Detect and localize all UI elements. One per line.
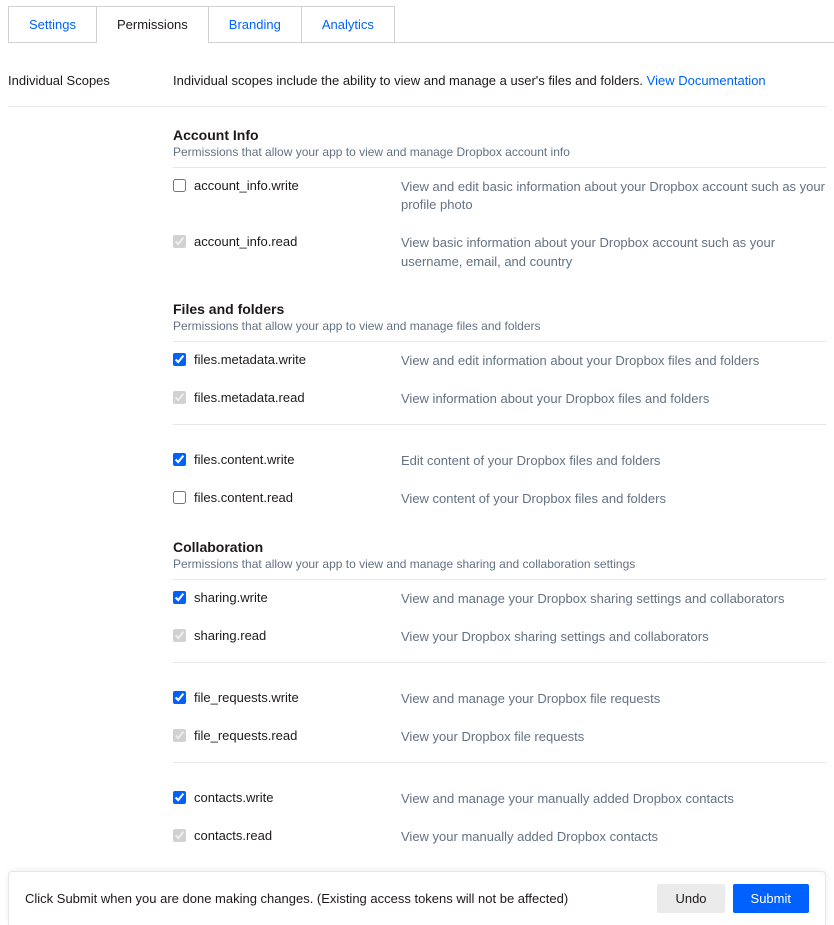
tabs: Settings Permissions Branding Analytics <box>8 6 834 43</box>
perm-name: files.metadata.read <box>194 390 305 405</box>
checkbox-file-requests-write[interactable] <box>173 691 186 704</box>
checkbox-files-metadata-read <box>173 391 186 404</box>
perm-row: files.content.read View content of your … <box>173 480 826 518</box>
perm-name: file_requests.write <box>194 690 299 705</box>
perm-desc: Edit content of your Dropbox files and f… <box>401 452 826 470</box>
perm-row: contacts.write View and manage your manu… <box>173 780 826 818</box>
group-collaboration: Collaboration Permissions that allow you… <box>173 519 826 857</box>
checkbox-file-requests-read <box>173 729 186 742</box>
checkbox-sharing-write[interactable] <box>173 591 186 604</box>
checkbox-account-info-read <box>173 235 186 248</box>
perm-row: file_requests.write View and manage your… <box>173 680 826 718</box>
perm-row: account_info.read View basic information… <box>173 224 826 280</box>
tab-permissions[interactable]: Permissions <box>96 6 209 42</box>
undo-button[interactable]: Undo <box>657 884 724 913</box>
perm-name: contacts.write <box>194 790 273 805</box>
scopes-header: Individual Scopes Individual scopes incl… <box>8 51 826 107</box>
perm-desc: View information about your Dropbox file… <box>401 390 826 408</box>
group-title: Files and folders <box>173 301 826 317</box>
perm-row: contacts.read View your manually added D… <box>173 818 826 856</box>
group-title: Collaboration <box>173 539 826 555</box>
group-account-info: Account Info Permissions that allow your… <box>173 107 826 281</box>
group-title: Account Info <box>173 127 826 143</box>
perm-row: files.content.write Edit content of your… <box>173 442 826 480</box>
perm-row: file_requests.read View your Dropbox fil… <box>173 718 826 756</box>
perm-desc: View and manage your Dropbox file reques… <box>401 690 826 708</box>
perm-name: account_info.write <box>194 178 299 193</box>
checkbox-contacts-write[interactable] <box>173 791 186 804</box>
perm-row: files.metadata.write View and edit infor… <box>173 342 826 380</box>
scopes-desc-text: Individual scopes include the ability to… <box>173 73 647 88</box>
perm-name: files.metadata.write <box>194 352 306 367</box>
checkbox-sharing-read <box>173 629 186 642</box>
footer-bar: Click Submit when you are done making ch… <box>8 871 826 925</box>
checkbox-account-info-write[interactable] <box>173 179 186 192</box>
footer-text: Click Submit when you are done making ch… <box>25 891 649 906</box>
perm-desc: View and manage your Dropbox sharing set… <box>401 590 826 608</box>
perm-desc: View your Dropbox file requests <box>401 728 826 746</box>
divider <box>173 424 826 442</box>
tab-branding[interactable]: Branding <box>208 6 302 42</box>
checkbox-files-metadata-write[interactable] <box>173 353 186 366</box>
group-desc: Permissions that allow your app to view … <box>173 319 826 342</box>
perm-name: sharing.write <box>194 590 268 605</box>
group-files-folders: Files and folders Permissions that allow… <box>173 281 826 519</box>
perm-name: contacts.read <box>194 828 272 843</box>
perm-row: sharing.write View and manage your Dropb… <box>173 580 826 618</box>
perm-desc: View basic information about your Dropbo… <box>401 234 826 270</box>
perm-name: files.content.read <box>194 490 293 505</box>
group-desc: Permissions that allow your app to view … <box>173 145 826 168</box>
view-documentation-link[interactable]: View Documentation <box>647 73 766 88</box>
submit-button[interactable]: Submit <box>733 884 809 913</box>
content: Individual Scopes Individual scopes incl… <box>0 51 834 857</box>
perm-desc: View and edit information about your Dro… <box>401 352 826 370</box>
divider <box>173 662 826 680</box>
perm-desc: View your manually added Dropbox contact… <box>401 828 826 846</box>
checkbox-files-content-read[interactable] <box>173 491 186 504</box>
perm-row: files.metadata.read View information abo… <box>173 380 826 418</box>
divider <box>173 762 826 780</box>
perm-row: account_info.write View and edit basic i… <box>173 168 826 224</box>
checkbox-contacts-read <box>173 829 186 842</box>
perm-desc: View and edit basic information about yo… <box>401 178 826 214</box>
tab-analytics[interactable]: Analytics <box>301 6 395 42</box>
perm-name: files.content.write <box>194 452 294 467</box>
perm-desc: View your Dropbox sharing settings and c… <box>401 628 826 646</box>
perm-desc: View content of your Dropbox files and f… <box>401 490 826 508</box>
tab-settings[interactable]: Settings <box>8 6 97 42</box>
permissions-body: Account Info Permissions that allow your… <box>173 107 826 857</box>
perm-row: sharing.read View your Dropbox sharing s… <box>173 618 826 656</box>
scopes-desc: Individual scopes include the ability to… <box>173 73 826 88</box>
checkbox-files-content-write[interactable] <box>173 453 186 466</box>
perm-desc: View and manage your manually added Drop… <box>401 790 826 808</box>
perm-name: account_info.read <box>194 234 297 249</box>
perm-name: sharing.read <box>194 628 266 643</box>
scopes-label: Individual Scopes <box>8 73 173 88</box>
perm-name: file_requests.read <box>194 728 297 743</box>
group-desc: Permissions that allow your app to view … <box>173 557 826 580</box>
